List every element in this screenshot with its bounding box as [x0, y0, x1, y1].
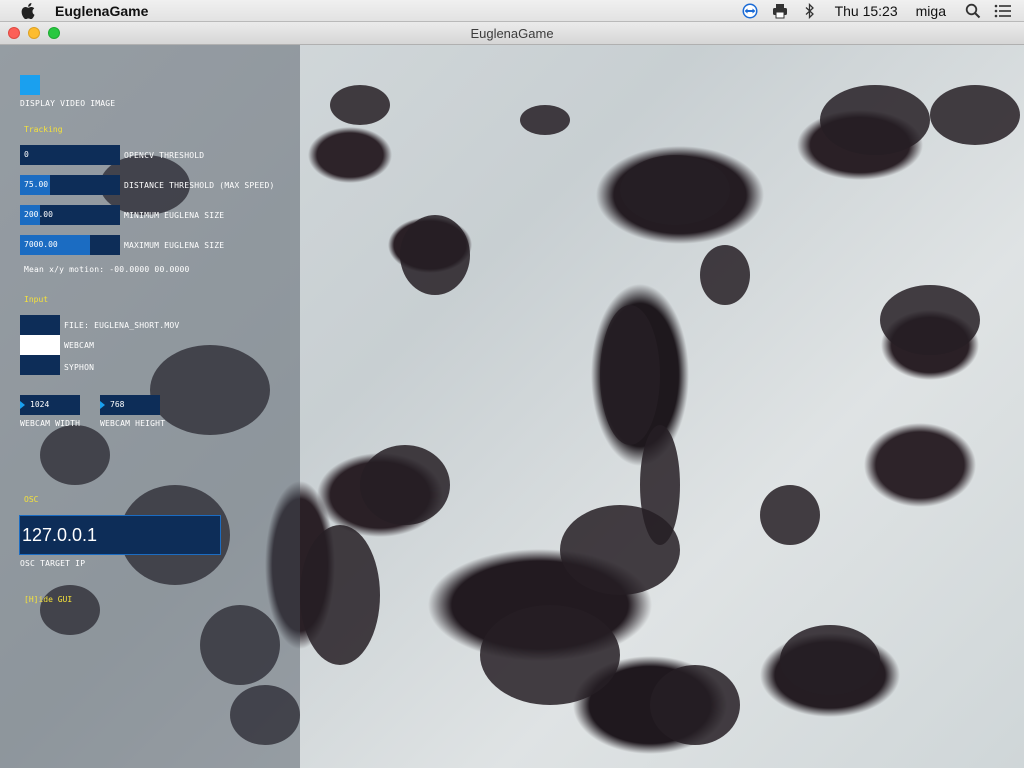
input-webcam-option[interactable] — [20, 335, 60, 355]
max-euglena-size-slider[interactable]: 7000.00 — [20, 235, 120, 255]
webcam-height-field[interactable]: 768 — [100, 395, 160, 415]
distance-threshold-label: DISTANCE THRESHOLD (MAX SPEED) — [124, 181, 275, 190]
webcam-height-label: WEBCAM HEIGHT — [100, 419, 166, 428]
gui-panel: DISPLAY VIDEO IMAGE Tracking 0 OPENCV TH… — [0, 45, 300, 768]
apple-icon[interactable] — [21, 3, 35, 19]
hide-gui-hint[interactable]: [H]ide GUI — [24, 595, 72, 604]
display-video-label: DISPLAY VIDEO IMAGE — [20, 99, 116, 108]
search-icon[interactable] — [964, 3, 982, 19]
play-arrow-icon — [20, 401, 25, 409]
distance-threshold-slider[interactable]: 75.00 — [20, 175, 120, 195]
menu-clock[interactable]: Thu 15:23 — [835, 3, 898, 19]
display-video-toggle[interactable] — [20, 75, 40, 95]
input-file-label: FILE: EUGLENA_SHORT.MOV — [64, 321, 180, 330]
input-section-header: Input — [24, 295, 49, 304]
max-euglena-size-label: MAXIMUM EUGLENA SIZE — [124, 241, 225, 250]
app-name-menu[interactable]: EuglenaGame — [55, 3, 148, 19]
print-icon[interactable] — [771, 3, 789, 19]
bluetooth-icon[interactable] — [801, 3, 819, 19]
osc-ip-input[interactable]: 127.0.0.1 — [19, 515, 221, 555]
min-euglena-size-slider[interactable]: 200.00 — [20, 205, 120, 225]
webcam-width-field[interactable]: 1024 — [20, 395, 80, 415]
menu-user[interactable]: miga — [916, 3, 946, 19]
play-arrow-icon — [100, 401, 105, 409]
input-webcam-label: WEBCAM — [64, 341, 95, 350]
list-icon[interactable] — [994, 3, 1012, 19]
menu-bar: EuglenaGame Thu 15:23 miga — [0, 0, 1024, 22]
close-window-button[interactable] — [8, 27, 20, 39]
input-file-option[interactable] — [20, 315, 60, 335]
osc-section-header: OSC — [24, 495, 39, 504]
input-syphon-label: SYPHON — [64, 363, 95, 372]
maximize-window-button[interactable] — [48, 27, 60, 39]
window-title: EuglenaGame — [470, 26, 554, 41]
opencv-threshold-label: OPENCV THRESHOLD — [124, 151, 205, 160]
osc-ip-label: OSC TARGET IP — [20, 559, 86, 568]
tracking-section-header: Tracking — [24, 125, 63, 134]
teamviewer-icon[interactable] — [741, 3, 759, 19]
window-titlebar[interactable]: EuglenaGame — [0, 22, 1024, 45]
opencv-threshold-slider[interactable]: 0 — [20, 145, 120, 165]
minimize-window-button[interactable] — [28, 27, 40, 39]
motion-readout: Mean x/y motion: -00.0000 00.0000 — [24, 265, 190, 274]
webcam-width-label: WEBCAM WIDTH — [20, 419, 81, 428]
input-syphon-option[interactable] — [20, 355, 60, 375]
min-euglena-size-label: MINIMUM EUGLENA SIZE — [124, 211, 225, 220]
